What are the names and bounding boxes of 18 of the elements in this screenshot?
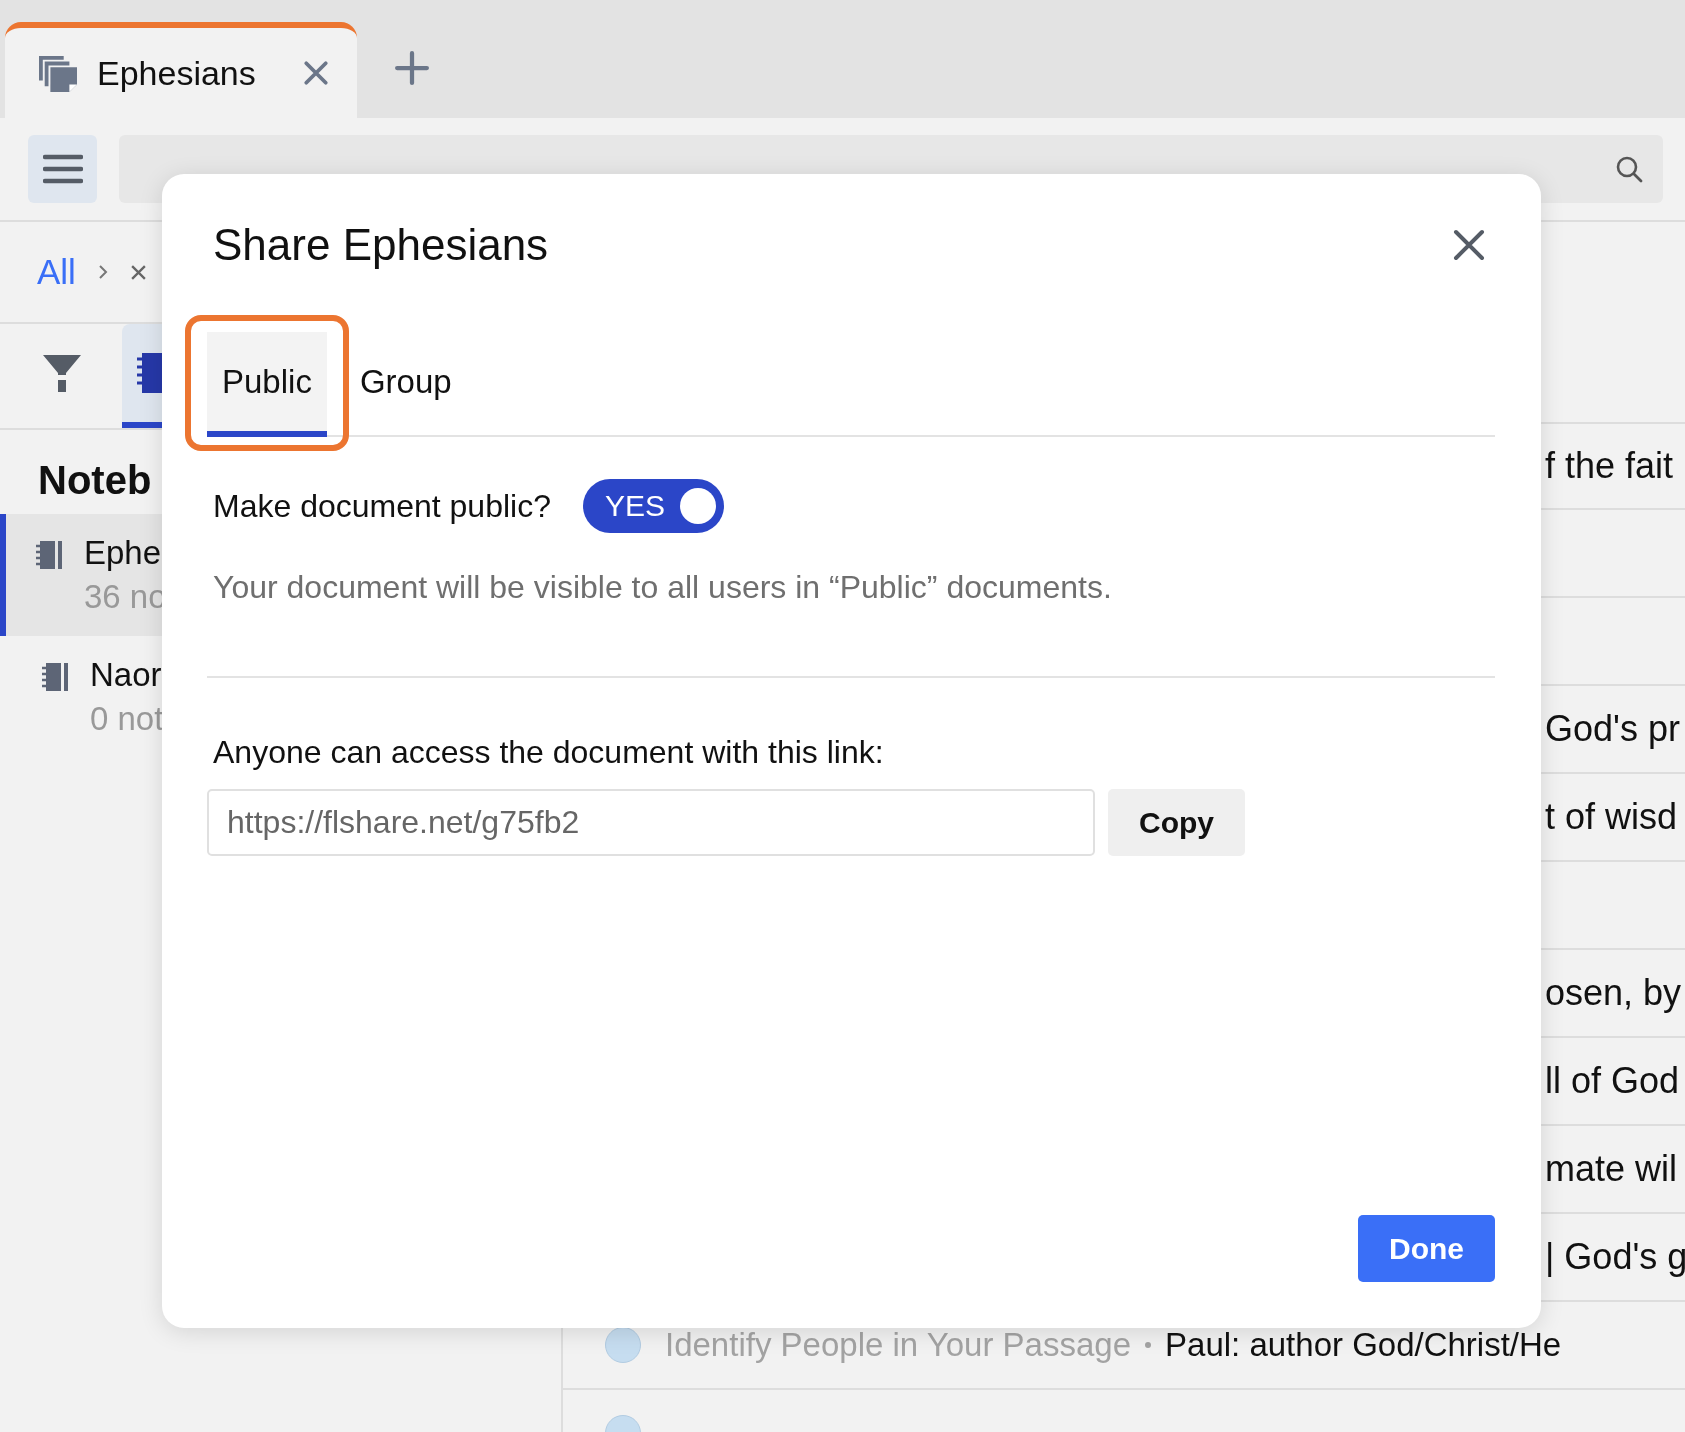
- note-text: t of wisd: [1545, 796, 1678, 838]
- note-text: f the fait: [1545, 445, 1674, 487]
- sidebar-heading: Noteb: [38, 458, 152, 502]
- task-label: Identify People in Your Passage: [665, 1326, 1131, 1364]
- note-count: 0 not: [90, 700, 164, 738]
- link-label: Anyone can access the document with this link:: [212, 734, 885, 771]
- note-text: God's pr: [1545, 708, 1680, 750]
- tab-title: Ephesians: [97, 53, 257, 93]
- notebook-title: Naor: [90, 656, 163, 694]
- description-text: Your document will be visible to all users in “Public” documents.: [212, 569, 1113, 606]
- task-answer: Paul: author God/Christ/He: [1165, 1326, 1562, 1364]
- note-text: ll of God: [1545, 1060, 1680, 1102]
- note-text: osen, by: [1545, 972, 1682, 1014]
- dialog-title: Share Ephesians: [213, 220, 549, 270]
- notebook-title: Ephe: [84, 534, 163, 572]
- toggle-label: Make document public?: [213, 487, 551, 525]
- note-text: mate wil: [1545, 1148, 1678, 1190]
- note-text: | God's g: [1545, 1236, 1685, 1278]
